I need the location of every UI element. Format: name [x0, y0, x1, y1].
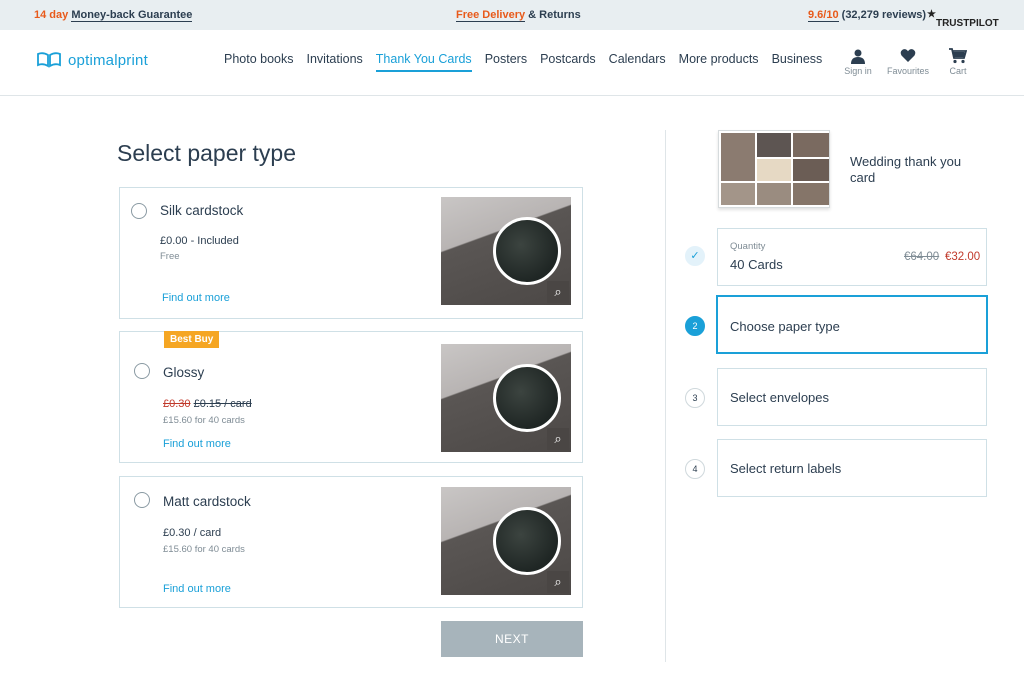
trustpilot-logo: ★ TRUSTPILOT — [927, 9, 999, 29]
option-sub: £15.60 for 40 cards — [163, 415, 245, 426]
option-name: Glossy — [163, 365, 205, 380]
paper-sample-image: ⌕ — [441, 344, 571, 452]
nav-more-products[interactable]: More products — [679, 52, 759, 72]
option-price: £0.30 / card — [163, 527, 222, 539]
step-number-4: 4 — [685, 459, 705, 479]
heart-icon — [900, 48, 916, 66]
product-name: Wedding thank you card — [850, 154, 962, 185]
step-choose-paper[interactable]: Choose paper type — [716, 295, 988, 354]
sign-in-button[interactable]: Sign in — [833, 48, 883, 76]
logo-text: optimalprint — [68, 51, 148, 69]
step-label: Select envelopes — [730, 390, 830, 405]
new-price: €32.00 — [945, 251, 981, 263]
favourites-button[interactable]: Favourites — [883, 48, 933, 76]
find-out-more-link[interactable]: Find out more — [163, 438, 231, 450]
thumb-photo — [721, 183, 755, 205]
option-price: £0.00 - Included — [160, 235, 239, 247]
site-logo[interactable]: optimalprint — [36, 51, 148, 69]
paper-texture-zoom — [493, 507, 561, 575]
favourites-label: Favourites — [886, 66, 930, 76]
paper-sample-image: ⌕ — [441, 487, 571, 595]
zoom-icon[interactable]: ⌕ — [547, 428, 569, 450]
thumb-photo — [793, 183, 829, 205]
money-back-promo[interactable]: 14 day Money-back Guarantee — [34, 9, 193, 22]
cart-button[interactable]: Cart — [933, 48, 983, 76]
paper-texture-zoom — [493, 364, 561, 432]
thumb-photo — [793, 133, 829, 157]
option-sub: Free — [160, 251, 180, 262]
thumb-photo — [757, 133, 791, 157]
step-label: Choose paper type — [730, 319, 840, 334]
check-icon: ✓ — [685, 246, 705, 266]
find-out-more-link[interactable]: Find out more — [163, 583, 231, 595]
radio-glossy[interactable] — [134, 363, 150, 379]
quantity-value: 40 Cards — [730, 257, 783, 272]
user-icon — [850, 48, 866, 66]
option-price: £0.30 £0.15 / card — [163, 398, 252, 410]
best-buy-badge: Best Buy — [164, 331, 220, 348]
zoom-icon[interactable]: ⌕ — [547, 281, 569, 303]
thumb-text-panel — [757, 159, 791, 181]
sign-in-label: Sign in — [844, 66, 872, 76]
delivery-promo[interactable]: Free Delivery & Returns — [456, 9, 581, 22]
quantity-label: Quantity — [730, 241, 766, 252]
thumb-photo — [793, 159, 829, 181]
next-button[interactable]: NEXT — [441, 621, 583, 657]
paper-option-silk[interactable]: Silk cardstock £0.00 - Included Free Fin… — [119, 187, 583, 319]
thumb-photo — [757, 183, 791, 205]
site-header: optimalprint Photo books Invitations Tha… — [0, 30, 1024, 96]
nav-business[interactable]: Business — [772, 52, 823, 72]
radio-silk[interactable] — [131, 203, 147, 219]
step-select-envelopes[interactable]: Select envelopes — [717, 368, 987, 426]
radio-matt[interactable] — [134, 492, 150, 508]
nav-thank-you-cards[interactable]: Thank You Cards — [375, 52, 472, 72]
logo-icon — [37, 52, 61, 68]
nav-photo-books[interactable]: Photo books — [224, 52, 294, 72]
step-select-return-labels[interactable]: Select return labels — [717, 439, 987, 497]
promo-bar: 14 day Money-back Guarantee Free Deliver… — [0, 0, 1024, 30]
step-label: Select return labels — [730, 461, 842, 476]
step-number-3: 3 — [685, 388, 705, 408]
thumb-photo — [721, 133, 755, 181]
cart-label: Cart — [949, 66, 967, 76]
nav-posters[interactable]: Posters — [485, 52, 527, 72]
step-quantity[interactable]: Quantity 40 Cards €64.00 €32.00 — [717, 228, 987, 286]
product-thumbnail[interactable] — [718, 130, 830, 208]
option-sub: £15.60 for 40 cards — [163, 544, 245, 555]
old-price: €64.00 — [904, 251, 940, 263]
find-out-more-link[interactable]: Find out more — [162, 292, 230, 304]
step-number-2: 2 — [685, 316, 705, 336]
reviews-rating[interactable]: 9.6/10 (32,279 reviews) — [808, 9, 926, 22]
nav-postcards[interactable]: Postcards — [540, 52, 596, 72]
option-name: Matt cardstock — [163, 494, 251, 509]
paper-texture-zoom — [493, 217, 561, 285]
option-name: Silk cardstock — [160, 203, 244, 218]
paper-sample-image: ⌕ — [441, 197, 571, 305]
nav-calendars[interactable]: Calendars — [609, 52, 666, 72]
page-title: Select paper type — [117, 140, 297, 166]
zoom-icon[interactable]: ⌕ — [547, 571, 569, 593]
nav-invitations[interactable]: Invitations — [307, 52, 363, 72]
main-nav: Photo books Invitations Thank You Cards … — [224, 52, 822, 72]
paper-option-glossy[interactable]: Best Buy Glossy £0.30 £0.15 / card £15.6… — [119, 331, 583, 463]
paper-option-matt[interactable]: Matt cardstock £0.30 / card £15.60 for 4… — [119, 476, 583, 608]
cart-icon — [949, 48, 968, 66]
column-divider — [665, 130, 666, 662]
